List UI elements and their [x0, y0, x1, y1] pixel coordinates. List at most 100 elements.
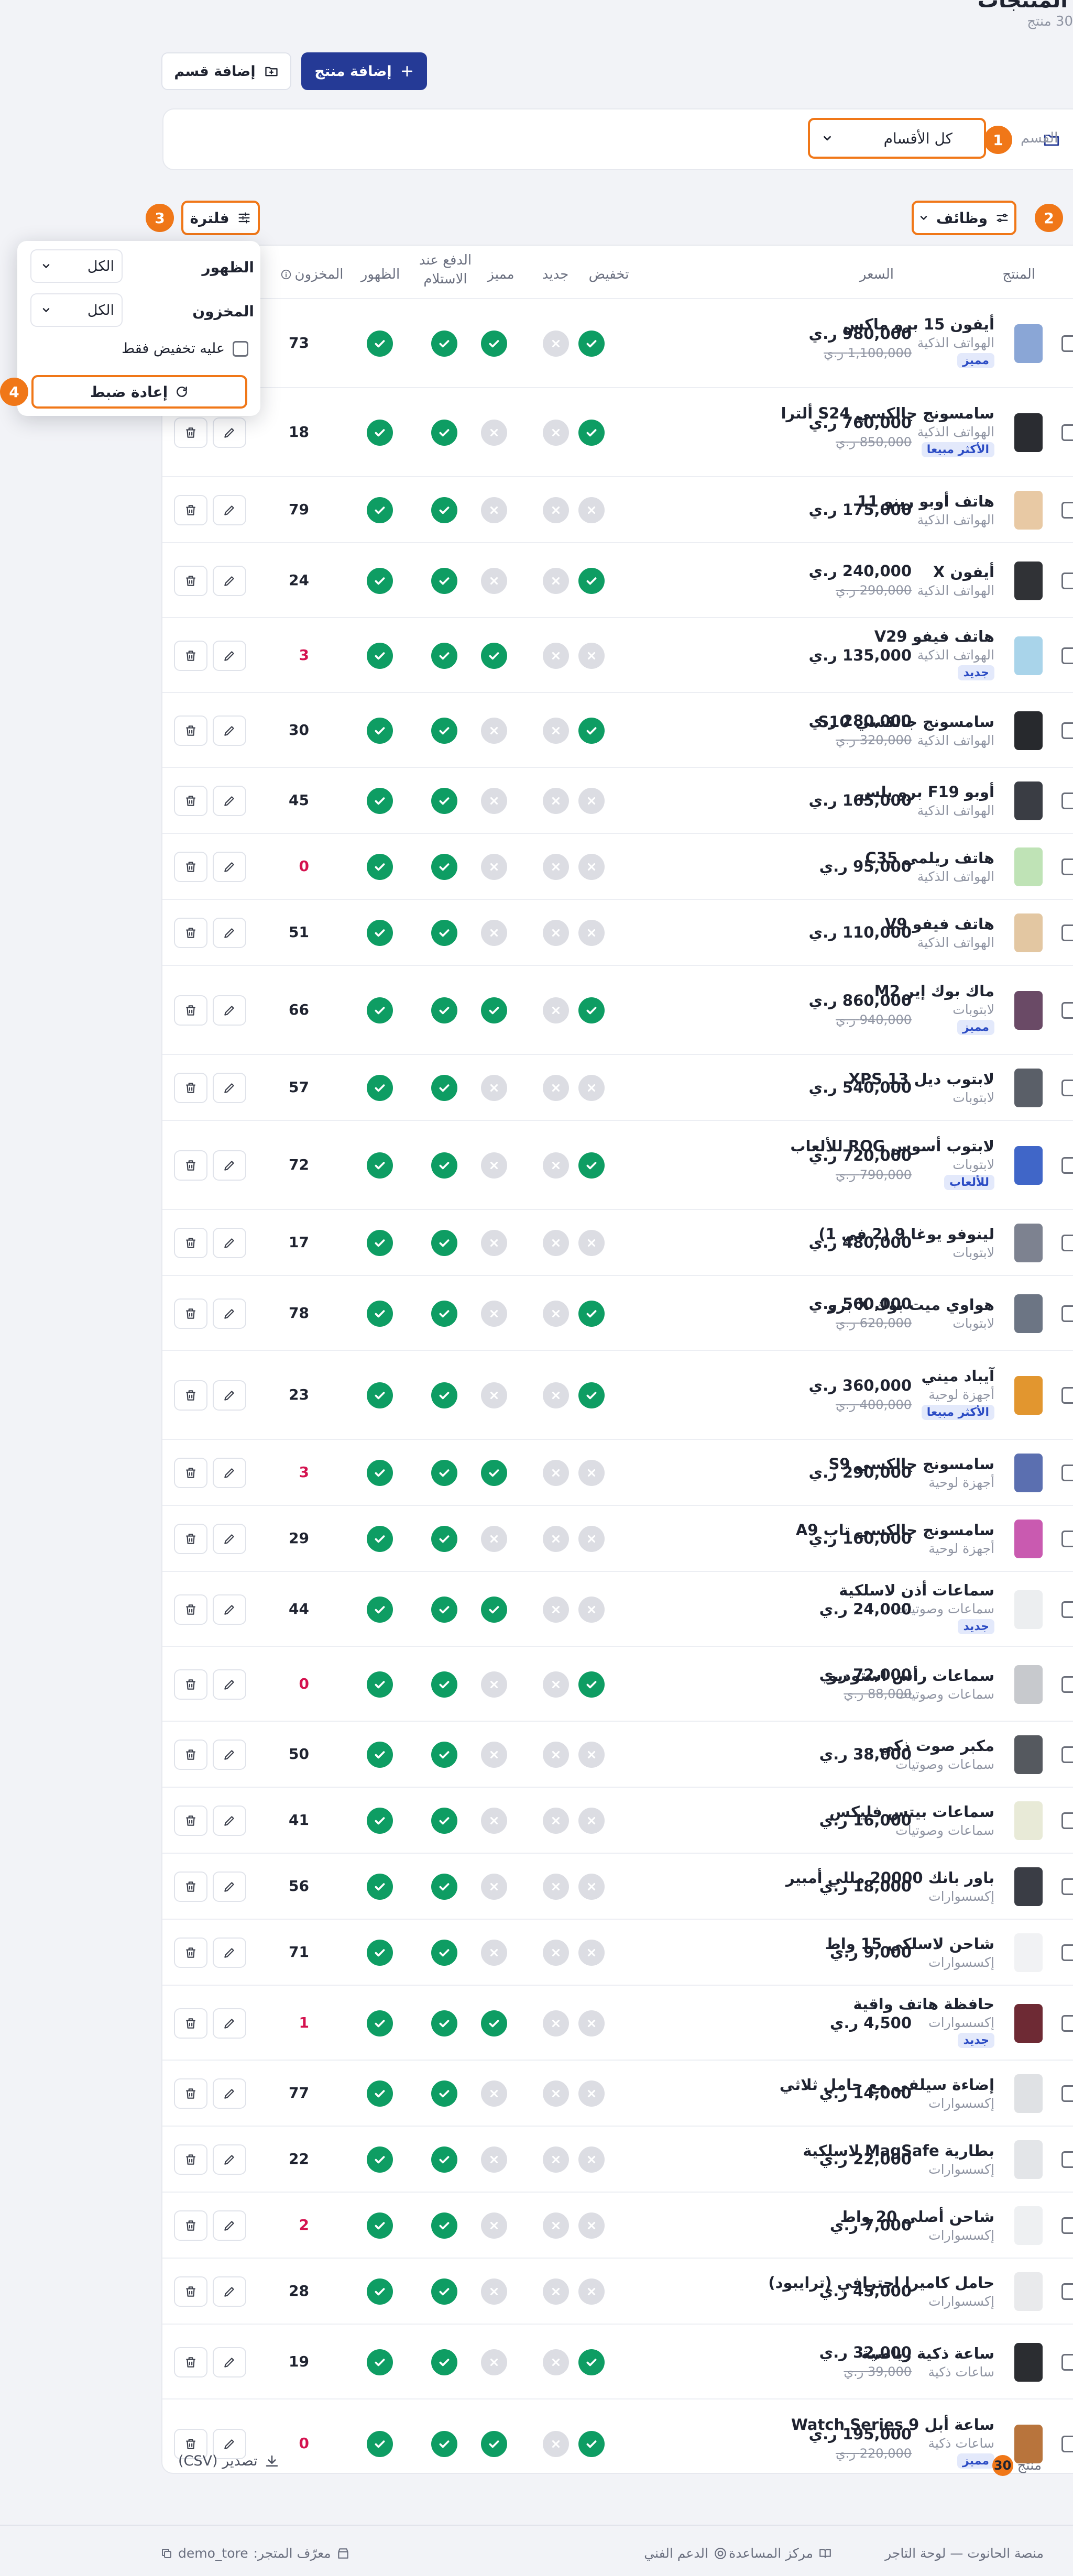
cod-toggle[interactable] — [431, 331, 457, 357]
edit-button[interactable] — [213, 1073, 246, 1103]
delete-button[interactable] — [174, 1806, 207, 1836]
cod-toggle[interactable] — [431, 1671, 457, 1698]
visible-toggle[interactable] — [367, 920, 393, 946]
row-checkbox[interactable] — [1061, 1235, 1073, 1251]
visible-toggle[interactable] — [367, 1742, 393, 1768]
visible-toggle[interactable] — [367, 997, 393, 1023]
discount-toggle[interactable] — [578, 2431, 605, 2457]
row-checkbox[interactable] — [1061, 924, 1073, 941]
new-toggle[interactable] — [543, 1808, 569, 1834]
visible-toggle[interactable] — [367, 1230, 393, 1256]
discount-toggle[interactable] — [578, 331, 605, 357]
discount-toggle[interactable] — [578, 1596, 605, 1623]
cod-toggle[interactable] — [431, 2212, 457, 2239]
cod-toggle[interactable] — [431, 1152, 457, 1179]
new-toggle[interactable] — [543, 997, 569, 1023]
visible-toggle[interactable] — [367, 717, 393, 744]
delete-button[interactable] — [174, 1298, 207, 1329]
discount-toggle[interactable] — [578, 717, 605, 744]
cod-toggle[interactable] — [431, 717, 457, 744]
new-toggle[interactable] — [543, 1671, 569, 1698]
visible-toggle[interactable] — [367, 1300, 393, 1327]
discount-toggle[interactable] — [578, 2080, 605, 2107]
featured-toggle[interactable] — [481, 1742, 507, 1768]
featured-toggle[interactable] — [481, 1230, 507, 1256]
featured-toggle[interactable] — [481, 854, 507, 880]
discount-toggle[interactable] — [578, 642, 605, 669]
discount-toggle[interactable] — [578, 1940, 605, 1966]
cod-toggle[interactable] — [431, 642, 457, 669]
cod-toggle[interactable] — [431, 420, 457, 446]
discount-toggle[interactable] — [578, 1808, 605, 1834]
featured-toggle[interactable] — [481, 997, 507, 1023]
new-toggle[interactable] — [543, 2146, 569, 2173]
delete-button[interactable] — [174, 1669, 207, 1700]
visible-toggle[interactable] — [367, 1152, 393, 1179]
discount-toggle[interactable] — [578, 1671, 605, 1698]
filter-button[interactable]: فلترة — [181, 201, 260, 235]
edit-button[interactable] — [213, 2210, 246, 2241]
row-checkbox[interactable] — [1061, 1944, 1073, 1961]
edit-button[interactable] — [213, 417, 246, 448]
delete-button[interactable] — [174, 1380, 207, 1411]
discount-toggle[interactable] — [578, 1382, 605, 1408]
featured-toggle[interactable] — [481, 567, 507, 594]
delete-button[interactable] — [174, 786, 207, 816]
new-toggle[interactable] — [543, 920, 569, 946]
featured-toggle[interactable] — [481, 331, 507, 357]
discount-toggle[interactable] — [578, 2212, 605, 2239]
discount-toggle[interactable] — [578, 1874, 605, 1900]
row-checkbox[interactable] — [1061, 1601, 1073, 1618]
edit-button[interactable] — [213, 495, 246, 525]
edit-button[interactable] — [213, 852, 246, 882]
new-toggle[interactable] — [543, 331, 569, 357]
edit-button[interactable] — [213, 2276, 246, 2307]
featured-toggle[interactable] — [481, 497, 507, 523]
new-toggle[interactable] — [543, 854, 569, 880]
support-link[interactable]: الدعم الفني — [644, 2546, 727, 2561]
new-toggle[interactable] — [543, 567, 569, 594]
cod-toggle[interactable] — [431, 2431, 457, 2457]
edit-button[interactable] — [213, 1458, 246, 1488]
new-toggle[interactable] — [543, 1152, 569, 1179]
delete-button[interactable] — [174, 495, 207, 525]
featured-toggle[interactable] — [481, 1808, 507, 1834]
visible-toggle[interactable] — [367, 1940, 393, 1966]
category-select[interactable]: كل الأقسام — [808, 118, 986, 159]
visible-toggle[interactable] — [367, 567, 393, 594]
featured-toggle[interactable] — [481, 2278, 507, 2305]
cod-toggle[interactable] — [431, 1075, 457, 1101]
discount-toggle[interactable] — [578, 1230, 605, 1256]
new-toggle[interactable] — [543, 1075, 569, 1101]
edit-button[interactable] — [213, 2008, 246, 2039]
cod-toggle[interactable] — [431, 1596, 457, 1623]
help-center-link[interactable]: مركز المساعدة — [729, 2546, 832, 2561]
delete-button[interactable] — [174, 2276, 207, 2307]
edit-button[interactable] — [213, 1594, 246, 1625]
cod-toggle[interactable] — [431, 497, 457, 523]
delete-button[interactable] — [174, 715, 207, 746]
discount-toggle[interactable] — [578, 1075, 605, 1101]
cod-toggle[interactable] — [431, 1230, 457, 1256]
discount-toggle[interactable] — [578, 1460, 605, 1486]
new-toggle[interactable] — [543, 2278, 569, 2305]
row-checkbox[interactable] — [1061, 1676, 1073, 1693]
product-name[interactable]: آيباد ميني — [921, 1367, 994, 1385]
discount-toggle[interactable] — [578, 920, 605, 946]
featured-toggle[interactable] — [481, 1526, 507, 1552]
featured-toggle[interactable] — [481, 1300, 507, 1327]
featured-toggle[interactable] — [481, 1596, 507, 1623]
delete-button[interactable] — [174, 852, 207, 882]
delete-button[interactable] — [174, 417, 207, 448]
edit-button[interactable] — [213, 2347, 246, 2377]
visible-toggle[interactable] — [367, 420, 393, 446]
discount-toggle[interactable] — [578, 854, 605, 880]
delete-button[interactable] — [174, 1740, 207, 1770]
add-category-button[interactable]: إضافة قسم — [161, 52, 291, 90]
edit-button[interactable] — [213, 2078, 246, 2109]
visible-toggle[interactable] — [367, 642, 393, 669]
new-toggle[interactable] — [543, 1940, 569, 1966]
cod-toggle[interactable] — [431, 2349, 457, 2375]
new-toggle[interactable] — [543, 2349, 569, 2375]
new-toggle[interactable] — [543, 717, 569, 744]
